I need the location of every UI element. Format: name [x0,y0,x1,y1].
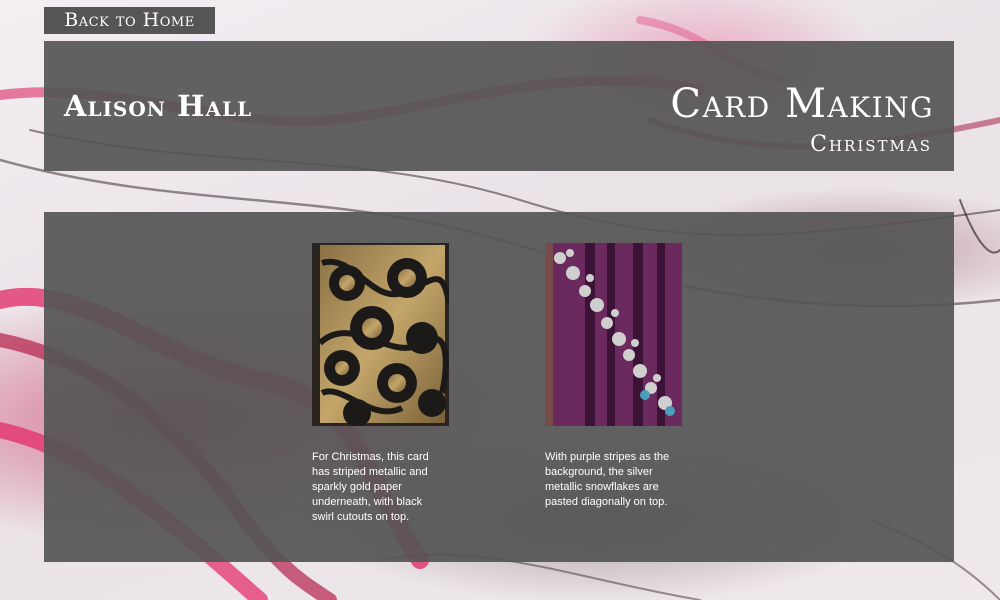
card-caption: With purple stripes as the background, t… [545,451,670,508]
purple-snowflake-card-image[interactable] [545,243,682,426]
gallery-panel: For Christmas, this card has striped met… [44,212,954,562]
gallery-item: For Christmas, this card has striped met… [312,243,452,525]
gold-swirl-card-image[interactable] [312,243,449,426]
page-title: Card Making [670,81,934,127]
page-header: Alison Hall Card Making Christmas [44,41,954,171]
gallery-item: With purple stripes as the background, t… [545,243,685,510]
card-caption: For Christmas, this card has striped met… [312,451,429,523]
back-to-home-button[interactable]: Back to Home [44,7,215,34]
page-subtitle: Christmas [810,132,932,157]
site-name: Alison Hall [64,89,253,123]
